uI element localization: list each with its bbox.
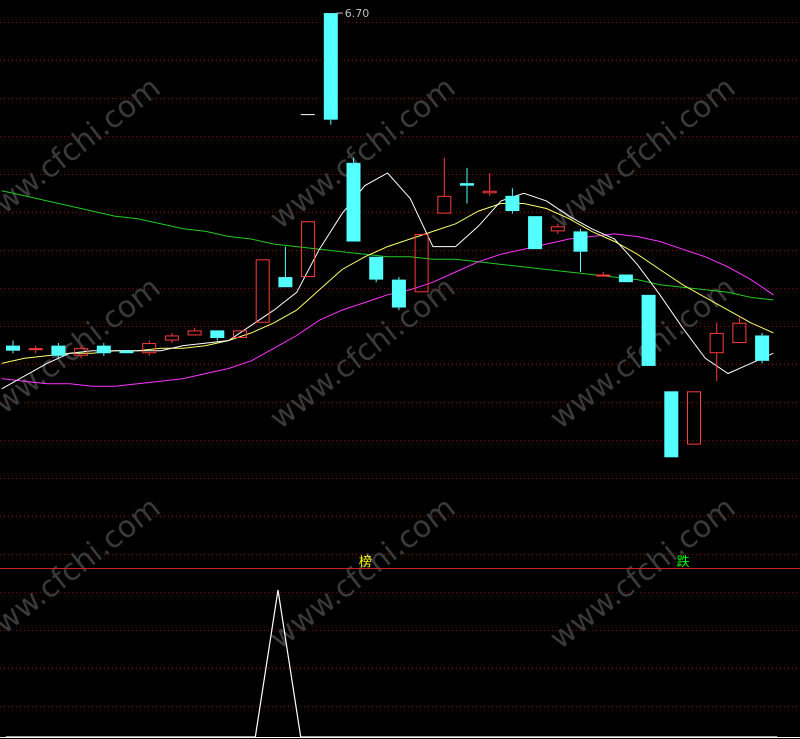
candlestick-series <box>6 13 770 458</box>
indicator-line <box>5 589 778 738</box>
candle-body <box>573 231 588 252</box>
candle <box>573 228 588 272</box>
candle-body <box>119 350 134 354</box>
signal-marker: 跌 <box>677 554 690 570</box>
candle-body <box>346 162 361 242</box>
watermark-text: www.cfchi.com <box>543 70 742 236</box>
candle-body <box>210 330 225 338</box>
candle-body <box>369 256 384 280</box>
candle <box>210 330 225 341</box>
watermark-text: www.cfchi.com <box>0 70 167 236</box>
watermark-text: www.cfchi.com <box>0 490 167 656</box>
candle-body <box>709 332 724 354</box>
candle-body <box>28 348 43 351</box>
candle-body <box>641 294 656 366</box>
candle <box>687 391 701 445</box>
ma-trend-line <box>1 190 774 301</box>
watermark-text: www.cfchi.com <box>263 70 462 236</box>
candle <box>346 157 361 242</box>
candle-body <box>301 221 316 278</box>
candle <box>755 332 770 364</box>
candle-body <box>596 274 611 277</box>
candle <box>664 391 679 458</box>
candle <box>369 256 384 283</box>
candle-body <box>732 322 747 344</box>
candle <box>278 246 293 288</box>
candle <box>505 188 520 214</box>
candle <box>460 167 474 204</box>
candle <box>641 294 656 366</box>
candle-body <box>142 343 157 354</box>
candle <box>323 13 338 125</box>
candle-body <box>6 345 20 351</box>
candle-body <box>164 335 179 341</box>
candle-body <box>755 335 770 361</box>
candle <box>391 277 406 311</box>
candle <box>709 322 724 382</box>
candle <box>732 317 747 344</box>
candle <box>596 272 611 277</box>
watermark-text: www.cfchi.com <box>263 490 462 656</box>
candle-body <box>528 216 543 250</box>
candle-body <box>482 190 497 194</box>
candle-body <box>618 274 633 283</box>
indicator-panel: 榜跌 <box>0 554 800 738</box>
candle-body <box>278 277 293 288</box>
candle <box>528 216 543 250</box>
watermark-text: www.cfchi.com <box>543 490 742 656</box>
signal-marker: 榜 <box>359 554 372 570</box>
candle <box>164 332 179 344</box>
candle <box>119 350 134 354</box>
candle <box>6 340 20 354</box>
candle-body <box>460 183 474 186</box>
candle-body <box>51 345 66 356</box>
candle <box>255 259 270 323</box>
candle-body <box>664 391 679 458</box>
candle <box>142 340 157 356</box>
high-price-label: 6.70 <box>345 7 370 20</box>
candle <box>187 327 202 336</box>
candle <box>437 157 452 214</box>
candle-body <box>437 195 452 214</box>
candle-body <box>323 13 338 120</box>
stock-chart: www.cfchi.com www.cfchi.com www.cfchi.com w… <box>0 7 800 738</box>
candle-body <box>96 345 111 354</box>
candle-body <box>391 279 406 308</box>
candle-body <box>687 391 701 445</box>
candle-body <box>187 330 202 336</box>
candle <box>618 274 633 283</box>
candle <box>482 173 497 196</box>
candle-body <box>255 259 270 323</box>
candle-body <box>505 195 520 212</box>
candle <box>301 221 316 278</box>
